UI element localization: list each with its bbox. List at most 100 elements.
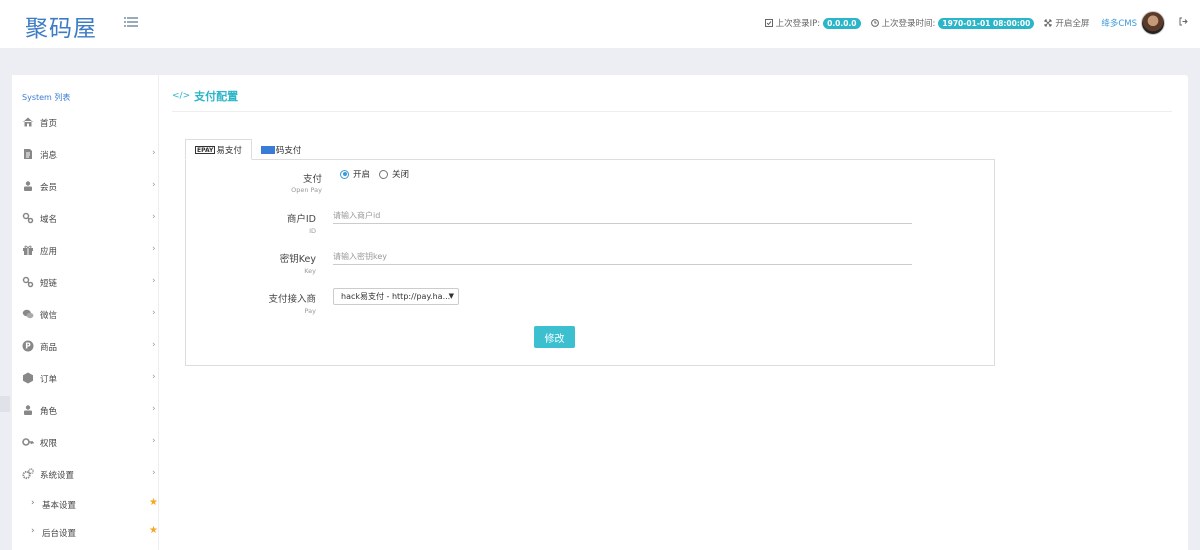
merchant-id-sublabel: ID (309, 227, 316, 235)
radio-on-label: 开启 (353, 170, 371, 180)
provider-sublabel: Pay (304, 307, 316, 315)
star-icon[interactable]: ★ (149, 497, 158, 508)
radio-option-on[interactable]: 开启 (340, 168, 370, 180)
avatar[interactable] (1141, 11, 1165, 35)
chevron-right-icon: › (152, 212, 156, 222)
user-name-link[interactable]: 绛多CMS (1101, 17, 1137, 29)
radio-off[interactable] (379, 169, 389, 179)
sidebar-item-label: 系统设置 (40, 471, 75, 481)
sidebar-item-label: 商品 (40, 343, 58, 353)
sidebar-subitem-admin-settings[interactable]: › 后台设置 ★ (12, 522, 159, 542)
sidebar-item-wechat[interactable]: 微信 › (12, 304, 159, 324)
role-icon (24, 405, 32, 415)
chevron-right-icon: › (152, 308, 156, 318)
chevron-right-icon: › (152, 468, 156, 478)
chevron-right-icon: › (152, 244, 156, 254)
logout-icon[interactable] (1179, 17, 1188, 29)
page-title: </> 支付配置 (172, 88, 238, 104)
sidebar-item-label: 域名 (40, 215, 58, 225)
fullscreen-button[interactable]: 开启全屏 (1044, 17, 1089, 29)
sidebar-item-apps[interactable]: 应用 › (12, 240, 159, 260)
provider-select-value: hack易支付 - http://pay.ha... (341, 292, 451, 301)
gift-icon (23, 245, 33, 255)
order-icon (23, 372, 33, 384)
chevron-right-icon: › (152, 404, 156, 414)
last-ip-label: 上次登录IP: (775, 19, 821, 29)
open-pay-label: 支付 (302, 174, 322, 185)
chevron-right-icon: › (31, 526, 35, 536)
sidebar-item-label: 首页 (40, 119, 58, 129)
star-icon[interactable]: ★ (149, 525, 158, 536)
sidebar-item-label: 角色 (40, 407, 58, 417)
sidebar-item-label: 后台设置 (42, 529, 77, 539)
sidebar-title: System 列表 (22, 93, 71, 102)
sidebar-item-short-links[interactable]: 短链 › (12, 272, 159, 292)
sidebar-item-domains[interactable]: 域名 › (12, 208, 159, 228)
merchant-id-input[interactable] (333, 207, 912, 224)
divider (172, 111, 1172, 112)
sidebar-item-system-settings[interactable]: 系统设置 › (12, 464, 159, 484)
merchant-id-label: 商户ID (286, 214, 316, 225)
chevron-right-icon: › (152, 372, 156, 382)
chevron-right-icon: › (152, 436, 156, 446)
submit-button[interactable]: 修改 (534, 326, 575, 348)
epay-logo-icon: EPAY (195, 145, 216, 154)
menu-toggle-icon[interactable] (124, 16, 138, 28)
last-ip-value: 0.0.0.0 (823, 17, 861, 29)
sidebar-collapse-handle[interactable] (0, 396, 10, 412)
chevron-right-icon: › (152, 148, 156, 158)
page-title-text: 支付配置 (194, 90, 239, 103)
provider-label: 支付接入商 (268, 294, 316, 305)
payment-tabs: EPAY 易支付 码支付 (185, 139, 310, 160)
chevron-right-icon: › (31, 498, 35, 508)
last-time-value: 1970-01-01 08:00:00 (938, 17, 1035, 29)
product-icon: P (22, 340, 34, 352)
radio-option-off[interactable]: 关闭 (379, 168, 409, 180)
sidebar-item-label: 基本设置 (42, 501, 77, 511)
sidebar: System 列表 首页 消息 › 会员 › 域名 › 应用 › 短链 › 微信… (12, 75, 159, 550)
header-right: 上次登录IP: 0.0.0.0 上次登录时间: 1970-01-01 08:00… (755, 10, 1188, 36)
expand-icon (1044, 19, 1052, 27)
open-pay-radio-group: 开启 关闭 (340, 168, 418, 180)
tab-label: 易支付 (216, 145, 242, 156)
caret-down-icon: ▼ (448, 292, 454, 300)
sidebar-item-permissions[interactable]: 权限 › (12, 432, 159, 452)
sidebar-item-messages[interactable]: 消息 › (12, 144, 159, 164)
sidebar-item-label: 权限 (40, 439, 58, 449)
secret-key-input[interactable] (333, 248, 912, 265)
document-icon (24, 149, 32, 159)
sidebar-item-roles[interactable]: 角色 › (12, 400, 159, 420)
tab-epay[interactable]: EPAY 易支付 (185, 139, 252, 160)
sidebar-item-label: 应用 (40, 247, 58, 257)
last-time-label: 上次登录时间: (881, 19, 936, 29)
secret-key-sublabel: Key (304, 267, 316, 275)
checkbox-icon (764, 19, 773, 27)
home-icon (23, 117, 33, 127)
sidebar-item-orders[interactable]: 订单 › (12, 368, 159, 388)
fullscreen-label: 开启全屏 (1055, 19, 1090, 29)
link-icon (22, 212, 34, 224)
site-logo[interactable]: 聚码屋 (25, 9, 97, 43)
sidebar-item-members[interactable]: 会员 › (12, 176, 159, 196)
top-header: 聚码屋 上次登录IP: 0.0.0.0 上次登录时间: 1970-01-01 0… (0, 0, 1200, 48)
gear-icon (22, 468, 34, 480)
clock-icon (870, 19, 879, 27)
sidebar-item-home[interactable]: 首页 (12, 112, 159, 132)
chevron-right-icon: › (152, 340, 156, 350)
chevron-right-icon: › (152, 180, 156, 190)
svg-text:P: P (25, 342, 31, 351)
radio-on[interactable] (340, 169, 349, 179)
sidebar-item-products[interactable]: P 商品 › (12, 336, 159, 356)
radio-off-label: 关闭 (392, 170, 410, 180)
open-pay-sublabel: Open Pay (291, 186, 322, 194)
sidebar-subitem-basic-settings[interactable]: › 基本设置 ★ (12, 494, 159, 514)
provider-select[interactable]: hack易支付 - http://pay.ha... ▼ (333, 288, 459, 305)
sidebar-item-label: 短链 (40, 279, 58, 289)
tab-label: 码支付 (275, 145, 302, 156)
tab-codepay[interactable]: 码支付 (252, 139, 311, 160)
last-login-time: 上次登录时间: 1970-01-01 08:00:00 (870, 17, 1035, 29)
code-icon: </> (172, 91, 191, 101)
key-icon (22, 438, 34, 446)
last-login-ip: 上次登录IP: 0.0.0.0 (764, 17, 861, 29)
link-icon (22, 276, 34, 288)
